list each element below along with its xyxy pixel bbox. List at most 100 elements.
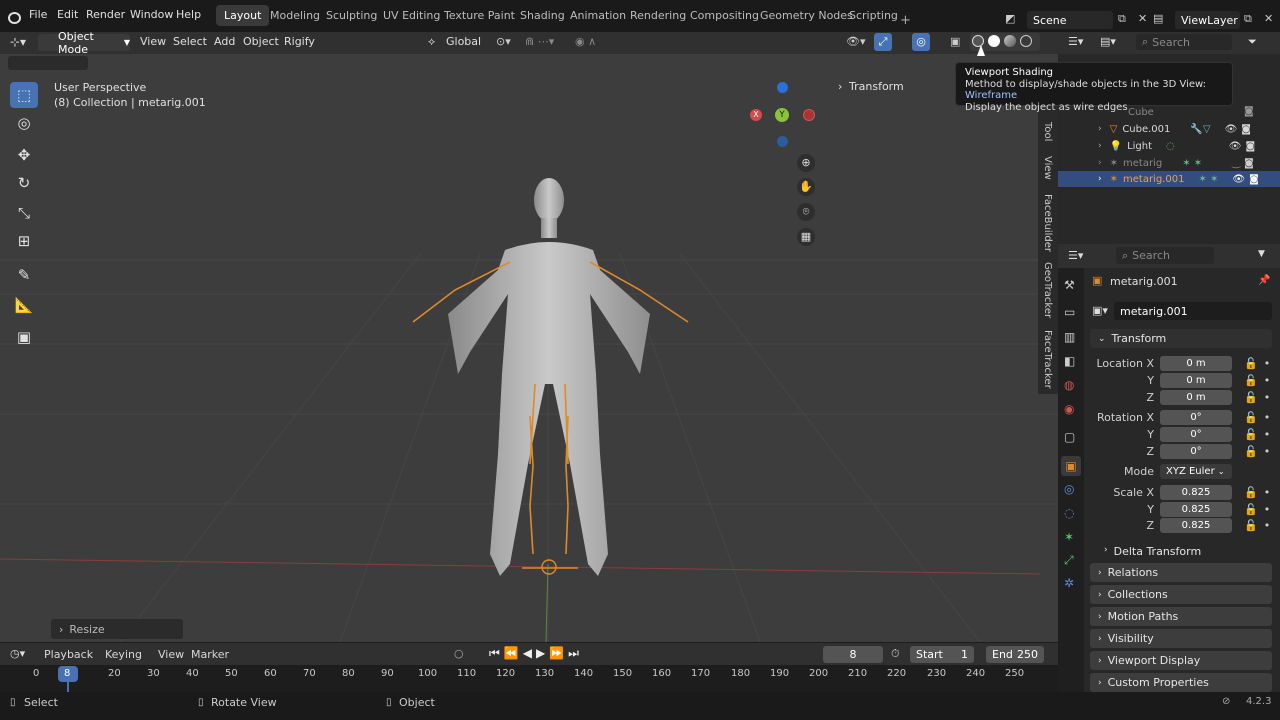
lock-icon[interactable]: 🔓 xyxy=(1244,391,1258,404)
sidebar-tab-tool[interactable]: Tool xyxy=(1042,122,1053,141)
tab-modeling[interactable]: Modeling xyxy=(270,9,320,22)
constraints-tab-icon[interactable]: ✶ xyxy=(1064,530,1074,544)
location-x-field[interactable]: 0 m xyxy=(1160,356,1232,371)
end-frame-field[interactable]: End 250 xyxy=(986,646,1044,663)
modifiers-tab-icon[interactable]: ◎ xyxy=(1064,482,1074,496)
viewlayer-field[interactable]: ViewLayer xyxy=(1175,11,1240,29)
add-workspace-icon[interactable]: + xyxy=(900,13,911,28)
lock-icon[interactable]: 🔓 xyxy=(1244,486,1258,499)
y-axis-gizmo-icon[interactable]: Y xyxy=(775,108,789,122)
outliner-row-light[interactable]: › 💡 Light ◌ 👁 ◙ xyxy=(1058,138,1280,154)
pin-icon[interactable]: 📌 xyxy=(1258,275,1270,286)
object-name-field[interactable]: metarig.001 xyxy=(1114,302,1272,320)
sidebar-tab-geotracker[interactable]: GeoTracker xyxy=(1042,262,1053,318)
view-layer-tab-icon[interactable]: ◧ xyxy=(1064,354,1075,368)
lock-icon[interactable]: 🔓 xyxy=(1244,503,1258,516)
hidden-eye-icon[interactable]: ‿ xyxy=(1232,158,1240,169)
tab-rendering[interactable]: Rendering xyxy=(630,9,686,22)
camera-render-icon[interactable]: ◙ xyxy=(1249,174,1259,185)
gizmo-toggle-icon[interactable]: ⤢ xyxy=(874,33,892,51)
viewlayer-icon[interactable]: ▤ xyxy=(1153,12,1163,25)
3d-viewport[interactable]: ⬚ ◎ ✥ ↻ ⤡ ⊞ ✎ 📐 ▣ User Perspective (8) C… xyxy=(0,54,1058,642)
playback-controls[interactable]: ⏮⏪◀▶⏩⏭ xyxy=(489,646,583,661)
render-tab-icon[interactable]: ▭ xyxy=(1064,305,1075,319)
xray-icon[interactable]: ▣ xyxy=(950,35,960,48)
new-viewlayer-icon[interactable]: ⧉ xyxy=(1244,12,1252,26)
delete-scene-icon[interactable]: ✕ xyxy=(1138,12,1147,25)
properties-editor-icon[interactable]: ☰▾ xyxy=(1068,249,1083,262)
mode-dropdown[interactable]: Object Mode ▼ xyxy=(38,30,130,56)
transform-tool-icon[interactable]: ⊞ xyxy=(10,228,38,254)
lock-icon[interactable]: 🔓 xyxy=(1244,411,1258,424)
menu-render[interactable]: Render xyxy=(86,8,125,21)
scene-tab-icon[interactable]: ◍ xyxy=(1064,378,1074,392)
lock-icon[interactable]: 🔓 xyxy=(1244,428,1258,441)
cursor-tool-icon[interactable]: ◎ xyxy=(10,110,38,136)
current-frame-field[interactable]: 8 xyxy=(823,646,883,663)
menu-window[interactable]: Window xyxy=(130,8,173,21)
scene-icon[interactable]: ◩ xyxy=(1005,12,1015,25)
panel-collections[interactable]: › Collections xyxy=(1090,585,1272,604)
delta-transform-subpanel[interactable]: › Delta Transform xyxy=(1104,545,1201,558)
header-menu-rigify[interactable]: Rigify xyxy=(284,35,315,48)
timeline-menu-keying[interactable]: Keying xyxy=(105,648,142,661)
menu-edit[interactable]: Edit xyxy=(57,8,78,21)
scale-y-field[interactable]: 0.825 xyxy=(1160,502,1232,517)
ortho-grid-icon[interactable]: ▦ xyxy=(797,228,815,246)
panel-motion-paths[interactable]: › Motion Paths xyxy=(1090,607,1272,626)
eye-icon[interactable]: 👁 xyxy=(1225,124,1238,135)
neg-x-axis-gizmo-icon[interactable] xyxy=(803,109,815,121)
rotation-z-field[interactable]: 0° xyxy=(1160,444,1232,459)
editor-type-icon[interactable]: ⊹▾ xyxy=(10,35,26,49)
orientation-dropdown[interactable]: Global xyxy=(446,35,481,48)
scale-tool-icon[interactable]: ⤡ xyxy=(10,200,38,226)
output-tab-icon[interactable]: ▥ xyxy=(1064,330,1075,344)
panel-custom-properties[interactable]: › Custom Properties xyxy=(1090,673,1272,692)
panel-viewport-display[interactable]: › Viewport Display xyxy=(1090,651,1272,670)
camera-render-icon[interactable]: ◙ xyxy=(1244,106,1254,117)
keyframe-dot-icon[interactable]: • xyxy=(1264,391,1271,404)
solid-shading-icon[interactable] xyxy=(988,35,1000,47)
outliner-row-cube-001[interactable]: › ▽ Cube.001 🔧▽ 👁 ◙ xyxy=(1058,121,1280,137)
rotation-y-field[interactable]: 0° xyxy=(1160,427,1232,442)
delete-viewlayer-icon[interactable]: ✕ xyxy=(1264,12,1273,25)
tab-uv-editing[interactable]: UV Editing xyxy=(383,9,440,22)
add-cube-tool-icon[interactable]: ▣ xyxy=(10,324,38,350)
outliner-row-metarig[interactable]: › ✶ metarig ✶ ✶ ‿ ◙ xyxy=(1058,155,1280,171)
blender-logo-icon[interactable] xyxy=(8,12,21,24)
scene-field[interactable]: Scene xyxy=(1027,11,1113,29)
camera-render-icon[interactable]: ◙ xyxy=(1241,124,1251,135)
sidebar-tab-facetracker[interactable]: FaceTracker xyxy=(1042,330,1053,389)
network-off-icon[interactable]: ⊘ xyxy=(1222,696,1230,707)
keyframe-dot-icon[interactable]: • xyxy=(1264,428,1271,441)
panel-relations[interactable]: › Relations xyxy=(1090,563,1272,582)
keyframe-dot-icon[interactable]: • xyxy=(1264,503,1271,516)
world-tab-icon[interactable]: ◉ xyxy=(1064,402,1074,416)
keyframe-dot-icon[interactable]: • xyxy=(1264,519,1271,532)
move-tool-icon[interactable]: ✥ xyxy=(10,142,38,168)
tab-shading[interactable]: Shading xyxy=(520,9,565,22)
x-axis-gizmo-icon[interactable]: X xyxy=(750,109,762,121)
object-type-icon[interactable]: ▣▾ xyxy=(1092,304,1108,317)
timeline-menu-view[interactable]: View xyxy=(158,648,184,661)
object-tab-icon[interactable]: ▣ xyxy=(1061,456,1081,476)
camera-render-icon[interactable]: ◙ xyxy=(1245,141,1255,152)
scale-z-field[interactable]: 0.825 xyxy=(1160,518,1232,533)
filter-icon[interactable]: ⏷ xyxy=(1248,35,1257,49)
properties-search-input[interactable]: ⌕ Search xyxy=(1116,247,1214,264)
orientation-icon[interactable]: ⟡ xyxy=(428,35,435,49)
camera-icon[interactable]: ⌾ xyxy=(797,203,815,221)
bone-tab-icon[interactable]: ✲ xyxy=(1064,576,1074,590)
tab-texture-paint[interactable]: Texture Paint xyxy=(444,9,515,22)
tool-tab-icon[interactable]: ⚒ xyxy=(1064,278,1075,292)
annotate-tool-icon[interactable]: ✎ xyxy=(10,262,38,288)
panel-visibility[interactable]: › Visibility xyxy=(1090,629,1272,648)
tab-compositing[interactable]: Compositing xyxy=(690,9,759,22)
menu-file[interactable]: File xyxy=(29,8,47,21)
overlay-toggle-icon[interactable]: ◎ xyxy=(912,33,930,51)
lock-icon[interactable]: 🔓 xyxy=(1244,374,1258,387)
tab-animation[interactable]: Animation xyxy=(570,9,626,22)
timeline-menu-playback[interactable]: Playback xyxy=(44,648,93,661)
proportional-edit-icon[interactable]: ◉ ∧ xyxy=(575,35,596,48)
location-z-field[interactable]: 0 m xyxy=(1160,390,1232,405)
